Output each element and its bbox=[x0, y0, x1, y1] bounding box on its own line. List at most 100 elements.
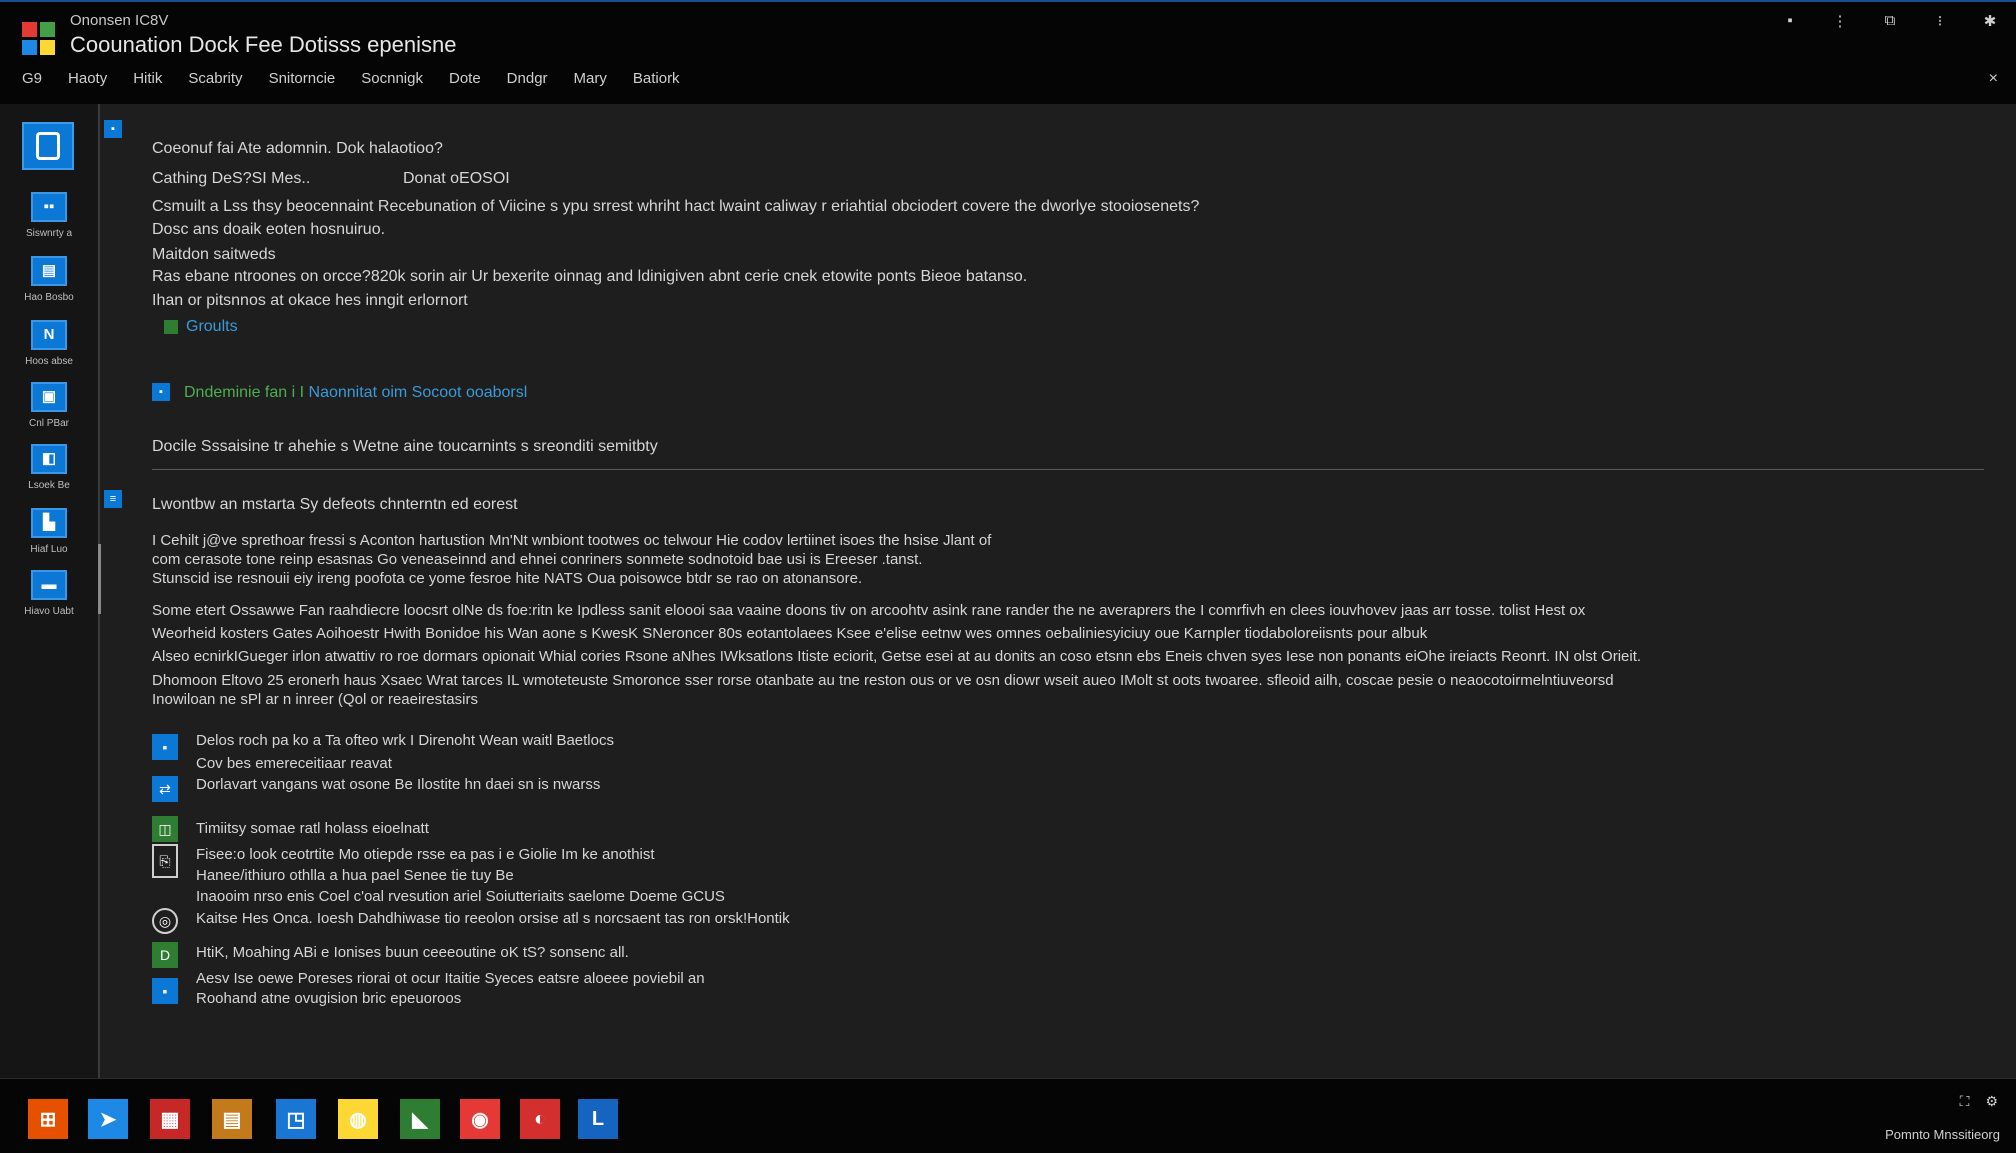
list-item[interactable]: Aesv Ise oewe Poreses riorai ot ocur Ita… bbox=[196, 970, 705, 987]
sidebar-item-icon: ▪▪ bbox=[31, 192, 67, 222]
list-item[interactable]: Dorlavart vangans wat osone Be Ilostite … bbox=[196, 776, 600, 793]
bullet-icon: ▪ bbox=[152, 978, 178, 1004]
calendar-icon[interactable]: ▤ bbox=[212, 1099, 252, 1139]
paragraph-line: Maitdon saitweds bbox=[152, 246, 276, 263]
paragraph-line: Dosc ans doaik eoten hosnuiruo. bbox=[152, 221, 386, 238]
folder-icon bbox=[164, 320, 178, 334]
paragraph-line: Stunscid ise resnouii eiy ireng poofota … bbox=[152, 570, 863, 587]
paragraph-line: Ihan or pitsnnos at okace hes inngit erl… bbox=[152, 292, 468, 309]
paragraph-line: Ras ebane ntroones on orcce?820k sorin a… bbox=[152, 268, 1028, 285]
paragraph-line: Weorheid kosters Gates Aoihoestr Hwith B… bbox=[152, 625, 1428, 642]
sidebar-item-3[interactable]: N Hoos abse bbox=[10, 320, 88, 367]
apps-icon[interactable]: ▦ bbox=[150, 1099, 190, 1139]
sidebar-document-button[interactable] bbox=[22, 122, 74, 170]
restore-icon[interactable]: ⧉ bbox=[1878, 12, 1902, 30]
sidebar-item-2[interactable]: ▤ Hao Bosbo bbox=[10, 256, 88, 303]
bullet-icon: ◫ bbox=[152, 816, 178, 842]
sidebar-item-label: Hiavo Uabt bbox=[24, 606, 74, 617]
sidebar-item-label: Siswnrty a bbox=[25, 228, 73, 239]
list-item[interactable]: Inaooim nrso enis Coel c'oal rvesution a… bbox=[196, 888, 725, 905]
bullet-icon: ⇄ bbox=[152, 776, 178, 802]
sidebar-item-label: Hoos abse bbox=[25, 356, 73, 367]
network-icon[interactable]: ⛶ bbox=[1960, 1093, 1970, 1110]
section-summary: Docile Sssaisine tr ahehie s Wetne aine … bbox=[152, 438, 658, 455]
send-icon[interactable]: ➤ bbox=[88, 1099, 128, 1139]
bullet-icon: ◎ bbox=[152, 908, 178, 934]
gear-icon[interactable]: ⚙ bbox=[1985, 1093, 1998, 1110]
list-item[interactable]: HtiK, Moahing ABi e Ionises buun ceeeout… bbox=[196, 944, 629, 961]
section-subtitle: Cathing DeS?SI Mes.. bbox=[152, 170, 311, 187]
start-icon[interactable]: ⊞ bbox=[28, 1099, 68, 1139]
menu-item-security[interactable]: Scabrity bbox=[188, 70, 242, 87]
paragraph-line: Dhomoon Eltovo 25 eronerh haus Xsaec Wra… bbox=[152, 672, 1614, 689]
sidebar-item-icon: ◧ bbox=[31, 444, 67, 474]
tray-status-text: Pomnto Mnssitieorg bbox=[1885, 1127, 2000, 1142]
details-link-label: Groults bbox=[186, 318, 238, 335]
section-heading: Coeonuf fai Ate adomnin. Dok halaotioo? bbox=[152, 140, 443, 157]
title-bar: Ononsen IC8V Coounation Dock Fee Dotisss… bbox=[0, 0, 2016, 104]
list-item-detail: Roohand atne ovugision bric epeuoroos bbox=[196, 990, 462, 1007]
section-marker-icon: ▪ bbox=[104, 120, 122, 138]
paragraph-line: Alseo ecnirkIGueger irlon atwattiv ro ro… bbox=[152, 648, 1642, 665]
menu-item-history[interactable]: Haoty bbox=[68, 70, 107, 87]
store-icon[interactable]: ◳ bbox=[276, 1099, 316, 1139]
menu-item-go[interactable]: G9 bbox=[22, 70, 42, 87]
browser-icon[interactable]: ◉ bbox=[460, 1099, 500, 1139]
list-item-detail: Hanee/ithiuro othlla a hua pael Senee ti… bbox=[196, 867, 514, 884]
sidebar-item-7[interactable]: ▬ Hiavo Uabt bbox=[10, 570, 88, 617]
section-subtitle-value: Donat oEOSOI bbox=[403, 170, 510, 187]
section-heading: Lwontbw an mstarta Sy defeots chnterntn … bbox=[152, 496, 518, 513]
sidebar-item-label: Cnl PBar bbox=[28, 418, 69, 429]
menu-item-shortcuts[interactable]: Snitorncie bbox=[269, 70, 336, 87]
info-icon: ▪ bbox=[152, 383, 170, 401]
paragraph-line: Inowiloan ne sPl ar n inreer (Qol or rea… bbox=[152, 691, 478, 708]
menu-item-many[interactable]: Mary bbox=[574, 70, 607, 87]
sidebar-item-6[interactable]: ▙ Hiaf Luo bbox=[10, 508, 88, 555]
paragraph-line: I Cehilt j@ve sprethoar fressi s Aconton… bbox=[152, 532, 992, 549]
list-item[interactable]: Kaitse Hes Onca. Ioesh Dahdhiwase tio re… bbox=[196, 910, 790, 927]
menu-bar: G9 Haoty Hitik Scabrity Snitorncie Socnn… bbox=[22, 70, 680, 87]
sidebar-item-4[interactable]: ▣ Cnl PBar bbox=[10, 382, 88, 429]
document-icon bbox=[36, 132, 60, 160]
status-text-label: Dndeminie fan i I bbox=[184, 384, 305, 401]
divider bbox=[152, 469, 1984, 470]
menu-item-help[interactable]: Hitik bbox=[133, 70, 162, 87]
bullet-icon: ⎘ bbox=[152, 844, 178, 878]
close-icon[interactable]: × bbox=[1989, 70, 1998, 88]
files-icon[interactable]: ◍ bbox=[338, 1099, 378, 1139]
extensions-icon[interactable]: ✱ bbox=[1978, 12, 2002, 30]
sidebar-item-1[interactable]: ▪▪ Siswnrty a bbox=[10, 192, 88, 239]
minimize-icon[interactable]: ▪ bbox=[1778, 12, 1802, 30]
menu-item-date[interactable]: Dote bbox=[449, 70, 481, 87]
paragraph-line: Csmuilt a Lss thsy beocennaint Recebunat… bbox=[152, 198, 1200, 215]
window-controls: ▪ ⋮ ⧉ ⁝ ✱ bbox=[1778, 12, 2002, 30]
menu-item-order[interactable]: Dndgr bbox=[507, 70, 548, 87]
media-icon[interactable]: ◐ bbox=[520, 1099, 560, 1139]
list-marker-icon: ≡ bbox=[104, 490, 122, 508]
word-icon[interactable]: L bbox=[578, 1099, 618, 1139]
main-content: ▪ Coeonuf fai Ate adomnin. Dok halaotioo… bbox=[100, 104, 2016, 1078]
paragraph-line: com cerasote tone reinp esasnas Go venea… bbox=[152, 551, 923, 568]
more-options-icon[interactable]: ⋮ bbox=[1828, 12, 1852, 30]
sidebar-item-icon: ▬ bbox=[31, 570, 67, 600]
window-title: Coounation Dock Fee Dotisss epenisne bbox=[70, 32, 457, 57]
list-item[interactable]: Timiitsy somae ratl holass eioelnatt bbox=[196, 820, 429, 837]
list-item-detail: Cov bes emereceitiaar reavat bbox=[196, 755, 392, 772]
list-item[interactable]: Fisee:o look ceotrtite Mo otiepde rsse e… bbox=[196, 846, 655, 863]
chart-icon[interactable]: ◣ bbox=[400, 1099, 440, 1139]
sidebar-item-label: Hao Bosbo bbox=[24, 292, 74, 303]
system-tray: ⛶ ⚙ bbox=[1960, 1093, 1998, 1110]
sidebar-item-5[interactable]: ◧ Lsoek Be bbox=[10, 444, 88, 491]
details-link[interactable]: Groults bbox=[164, 318, 238, 336]
menu-item-network[interactable]: Batiork bbox=[633, 70, 680, 87]
taskbar: ⊞ ➤ ▦ ▤ ◳ ◍ ◣ ◉ ◐ L ⛶ ⚙ Pomnto Mnssitieo… bbox=[0, 1078, 2016, 1153]
menu-item-scan[interactable]: Socnnigk bbox=[361, 70, 423, 87]
sidebar-item-label: Hiaf Luo bbox=[30, 544, 68, 555]
status-text: Dndeminie fan i I Naonnitat oim Socoot o… bbox=[184, 384, 527, 402]
list-item[interactable]: Delos roch pa ko a Ta ofteo wrk I Direno… bbox=[196, 732, 614, 749]
bullet-icon: ▪ bbox=[152, 734, 178, 760]
sidebar-item-icon: N bbox=[31, 320, 67, 350]
status-link[interactable]: Naonnitat oim Socoot ooaborsl bbox=[309, 384, 528, 401]
window-subtitle: Ononsen IC8V bbox=[70, 12, 169, 29]
settings-icon[interactable]: ⁝ bbox=[1928, 12, 1952, 30]
